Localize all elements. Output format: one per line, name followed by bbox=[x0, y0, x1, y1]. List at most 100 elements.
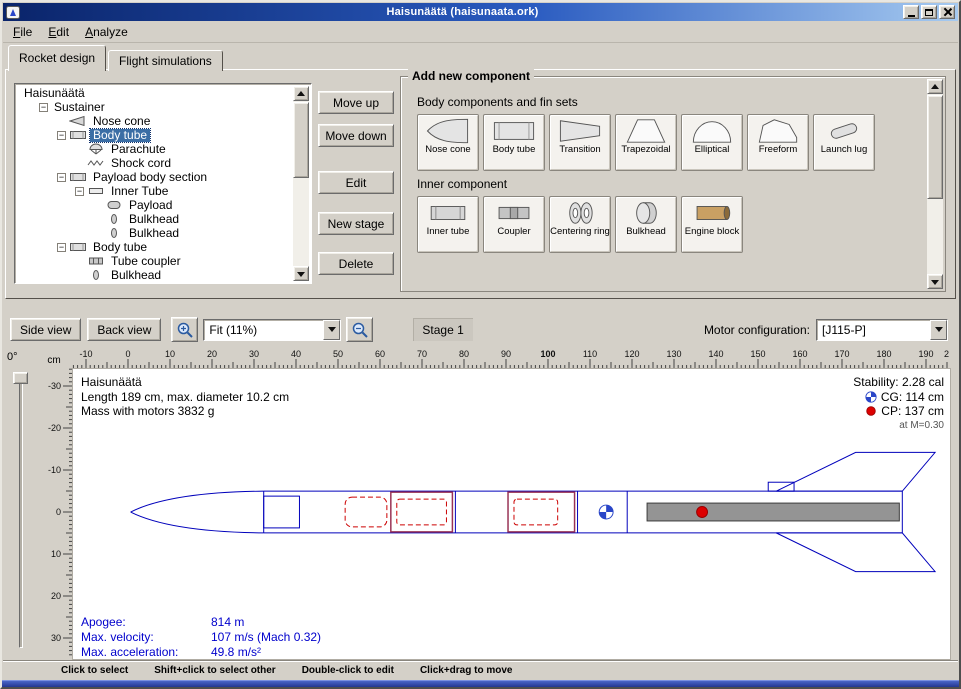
svg-text:170: 170 bbox=[834, 349, 849, 359]
chevron-down-icon[interactable] bbox=[323, 320, 340, 340]
application-window: Haisunäätä (haisunaata.ork) FileEditAnal… bbox=[0, 0, 961, 689]
component-button-bulkhead[interactable]: Bulkhead bbox=[615, 196, 677, 253]
tree-item-payload-body-section[interactable]: −Payload body section bbox=[17, 170, 293, 184]
delete-button[interactable]: Delete bbox=[318, 252, 394, 275]
component-button-transition[interactable]: Transition bbox=[549, 114, 611, 171]
tree-item-bulkhead[interactable]: Bulkhead bbox=[17, 212, 293, 226]
tree-item-label: Nose cone bbox=[90, 115, 153, 128]
component-button-trapezoidal[interactable]: Trapezoidal bbox=[615, 114, 677, 171]
trapezoidal-icon bbox=[622, 117, 670, 145]
svg-text:0: 0 bbox=[125, 349, 130, 359]
tree-item-bulkhead[interactable]: Bulkhead bbox=[17, 268, 293, 281]
tree-expander[interactable]: − bbox=[57, 173, 66, 182]
vertical-ruler: -30-20-100102030 bbox=[36, 368, 72, 660]
close-button[interactable] bbox=[939, 5, 955, 19]
scroll-down-button[interactable] bbox=[293, 266, 309, 281]
bodytube-icon bbox=[69, 171, 87, 183]
edit-button[interactable]: Edit bbox=[318, 171, 394, 194]
component-button-centering-ring[interactable]: Centering ring bbox=[549, 196, 611, 253]
tree-scrollbar-thumb[interactable] bbox=[293, 102, 309, 178]
bulkhead-icon bbox=[622, 199, 670, 227]
statusbar: Click to select Shift+click to select ot… bbox=[3, 660, 958, 680]
rotation-slider-handle[interactable] bbox=[13, 372, 28, 384]
tree-item-haisun-t[interactable]: Haisunäätä bbox=[17, 86, 293, 100]
titlebar[interactable]: Haisunäätä (haisunaata.ork) bbox=[3, 3, 958, 21]
bulkhead-icon bbox=[105, 227, 123, 239]
zoom-out-button[interactable] bbox=[346, 317, 373, 342]
tree-item-sustainer[interactable]: −Sustainer bbox=[17, 100, 293, 114]
tree-item-parachute[interactable]: Parachute bbox=[17, 142, 293, 156]
apogee-label: Apogee: bbox=[81, 615, 211, 630]
freeform-icon bbox=[754, 117, 802, 145]
svg-text:30: 30 bbox=[51, 633, 61, 643]
tree-item-label: Sustainer bbox=[51, 101, 108, 114]
menu-edit[interactable]: Edit bbox=[40, 22, 77, 42]
svg-text:130: 130 bbox=[666, 349, 681, 359]
zoom-in-button[interactable] bbox=[171, 317, 198, 342]
back-view-button[interactable]: Back view bbox=[87, 318, 161, 341]
component-button-label: Freeform bbox=[759, 145, 798, 155]
rotation-slider-track[interactable] bbox=[19, 376, 23, 648]
tree-item-payload[interactable]: Payload bbox=[17, 198, 293, 212]
component-button-engine-block[interactable]: Engine block bbox=[681, 196, 743, 253]
maximize-button[interactable] bbox=[921, 5, 937, 19]
scroll-up-button[interactable] bbox=[293, 86, 309, 101]
tree-item-shock-cord[interactable]: Shock cord bbox=[17, 156, 293, 170]
transition-icon bbox=[556, 117, 604, 145]
component-scrollbar-thumb[interactable] bbox=[927, 95, 943, 199]
tab-flight-simulations[interactable]: Flight simulations bbox=[108, 50, 223, 71]
cg-marker bbox=[599, 505, 613, 519]
tab-rocket-design[interactable]: Rocket design bbox=[8, 45, 106, 71]
innertube-icon bbox=[424, 199, 472, 227]
component-button-nose-cone[interactable]: Nose cone bbox=[417, 114, 479, 171]
zoom-level-select[interactable]: Fit (11%) bbox=[203, 319, 341, 341]
component-button-coupler[interactable]: Coupler bbox=[483, 196, 545, 253]
component-button-freeform[interactable]: Freeform bbox=[747, 114, 809, 171]
tree-scrollbar[interactable] bbox=[293, 86, 309, 281]
tree-expander[interactable]: − bbox=[57, 131, 66, 140]
max-acceleration-label: Max. acceleration: bbox=[81, 645, 211, 660]
tree-item-tube-coupler[interactable]: Tube coupler bbox=[17, 254, 293, 268]
cg-value: CG: 114 cm bbox=[881, 390, 944, 405]
scroll-up-button[interactable] bbox=[927, 79, 943, 94]
component-panel-scrollbar[interactable] bbox=[927, 79, 943, 289]
menu-file[interactable]: File bbox=[5, 22, 40, 42]
component-button-elliptical[interactable]: Elliptical bbox=[681, 114, 743, 171]
tree-item-nose-cone[interactable]: Nose cone bbox=[17, 114, 293, 128]
tree-item-body-tube[interactable]: −Body tube bbox=[17, 240, 293, 254]
component-button-launch-lug[interactable]: Launch lug bbox=[813, 114, 875, 171]
side-view-button[interactable]: Side view bbox=[10, 318, 81, 341]
component-button-inner-tube[interactable]: Inner tube bbox=[417, 196, 479, 253]
tree-item-label: Bulkhead bbox=[108, 269, 164, 282]
tree-expander[interactable]: − bbox=[75, 187, 84, 196]
stage-1-toggle[interactable]: Stage 1 bbox=[413, 318, 472, 341]
svg-text:160: 160 bbox=[792, 349, 807, 359]
maximize-icon bbox=[925, 9, 933, 16]
minimize-button[interactable] bbox=[903, 5, 919, 19]
component-button-body-tube[interactable]: Body tube bbox=[483, 114, 545, 171]
component-tree[interactable]: Haisunäätä−SustainerNose cone−Body tubeP… bbox=[14, 83, 312, 284]
tree-expander[interactable]: − bbox=[57, 243, 66, 252]
menu-analyze[interactable]: Analyze bbox=[77, 22, 136, 42]
motor-configuration-select[interactable]: [J115-P] bbox=[816, 319, 948, 341]
chevron-down-icon[interactable] bbox=[930, 320, 947, 340]
component-button-label: Nose cone bbox=[425, 145, 470, 155]
svg-text:20: 20 bbox=[207, 349, 217, 359]
svg-text:30: 30 bbox=[249, 349, 259, 359]
component-button-label: Inner tube bbox=[427, 227, 470, 237]
move-down-button[interactable]: Move down bbox=[318, 124, 394, 147]
rocket-info: Haisunäätä Length 189 cm, max. diameter … bbox=[81, 375, 289, 419]
tree-item-bulkhead[interactable]: Bulkhead bbox=[17, 226, 293, 240]
rocket-figure-canvas[interactable]: Haisunäätä Length 189 cm, max. diameter … bbox=[72, 368, 951, 660]
tree-item-inner-tube[interactable]: −Inner Tube bbox=[17, 184, 293, 198]
move-up-button[interactable]: Move up bbox=[318, 91, 394, 114]
tree-item-body-tube[interactable]: −Body tube bbox=[17, 128, 293, 142]
svg-text:120: 120 bbox=[624, 349, 639, 359]
scroll-down-button[interactable] bbox=[927, 274, 943, 289]
tree-expander[interactable]: − bbox=[39, 103, 48, 112]
svg-text:10: 10 bbox=[165, 349, 175, 359]
rocket-design-panel: Haisunäätä−SustainerNose cone−Body tubeP… bbox=[5, 69, 956, 299]
svg-text:60: 60 bbox=[375, 349, 385, 359]
component-button-label: Centering ring bbox=[550, 227, 610, 237]
new-stage-button[interactable]: New stage bbox=[318, 212, 394, 235]
